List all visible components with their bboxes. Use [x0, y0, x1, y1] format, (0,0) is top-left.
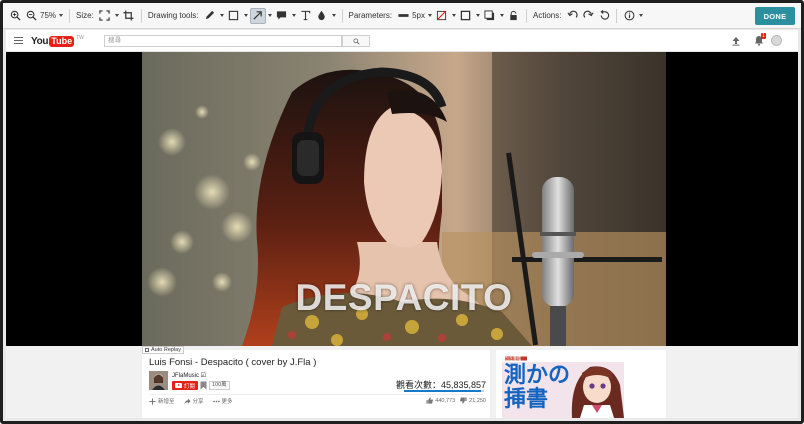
- actions-label: Actions:: [532, 11, 562, 20]
- like-ratio-bar: [404, 390, 484, 392]
- video-frame[interactable]: DESPACITO: [142, 52, 666, 346]
- redo-icon[interactable]: [580, 8, 596, 24]
- more-button[interactable]: 更多: [212, 397, 233, 405]
- hamburger-menu-icon[interactable]: [14, 37, 23, 44]
- search-icon: [352, 37, 360, 45]
- logo-region-text: TW: [76, 35, 84, 41]
- logo-you-text: You: [31, 35, 49, 47]
- add-to-label: 新增至: [158, 399, 175, 405]
- dislike-count: 21,250: [469, 397, 486, 404]
- screenshot-canvas: You Tube TW 搜尋 1 DESPACITO Auto Replay L…: [6, 30, 798, 418]
- more-label: 更多: [221, 399, 233, 405]
- editor-toolbar: 75% Size: Drawing tools: Parameters: 5px…: [3, 3, 801, 29]
- video-title: Luis Fonsi - Despacito ( cover by J.Fla …: [149, 357, 317, 368]
- stroke-width-chevron-icon[interactable]: [426, 8, 434, 24]
- undo-icon[interactable]: [564, 8, 580, 24]
- reset-icon[interactable]: [596, 8, 612, 24]
- ad-banner-image[interactable]: 測かの挿書 包含書籍: [502, 355, 624, 418]
- ad-text: 測かの挿書: [504, 362, 571, 412]
- youtube-logo[interactable]: You Tube TW: [31, 35, 84, 47]
- share-label: 分享: [192, 399, 204, 405]
- crop-icon[interactable]: [121, 8, 137, 24]
- bookmark-icon[interactable]: [200, 381, 207, 390]
- search-input[interactable]: 搜尋: [104, 35, 342, 47]
- like-count: 440,773: [435, 397, 456, 404]
- border-chevron-icon[interactable]: [474, 8, 482, 24]
- callout-icon[interactable]: [274, 8, 290, 24]
- auto-replay-checkbox[interactable]: [145, 348, 149, 352]
- dislike-button[interactable]: 21,250: [460, 397, 486, 404]
- like-button[interactable]: 440,773: [426, 397, 455, 404]
- video-player[interactable]: DESPACITO: [6, 52, 798, 346]
- rating-area: 440,773 21,250: [421, 397, 486, 404]
- shadow-chevron-icon[interactable]: [498, 8, 506, 24]
- channel-name[interactable]: JFlaMusic ☑: [172, 372, 206, 379]
- arrow-dropdown-chevron-icon[interactable]: [266, 8, 274, 24]
- add-to-button[interactable]: 新增至: [149, 397, 175, 405]
- fill-color-chevron-icon[interactable]: [450, 8, 458, 24]
- subscribe-button[interactable]: 訂閱: [172, 381, 199, 390]
- share-button[interactable]: 分享: [183, 397, 204, 405]
- drawing-tools-label: Drawing tools:: [147, 11, 199, 20]
- watch-page-body: Auto Replay Luis Fonsi - Despacito ( cov…: [6, 346, 798, 418]
- zoom-in-icon[interactable]: [7, 8, 23, 24]
- share-icon: [183, 397, 191, 405]
- youtube-play-icon: [175, 383, 182, 388]
- callout-dropdown-chevron-icon[interactable]: [290, 8, 298, 24]
- video-overlay-title: DESPACITO: [295, 277, 513, 318]
- toolbar-divider: [341, 8, 343, 23]
- thumbs-up-icon: [426, 397, 434, 404]
- border-icon[interactable]: [458, 8, 474, 24]
- zoom-dropdown-chevron-icon[interactable]: [57, 8, 65, 24]
- upload-icon[interactable]: [731, 36, 741, 46]
- lock-icon[interactable]: [506, 8, 522, 24]
- video-info-card: Auto Replay Luis Fonsi - Despacito ( cov…: [142, 346, 490, 418]
- editor-window: 75% Size: Drawing tools: Parameters: 5px…: [0, 0, 804, 424]
- auto-replay-label: Auto Replay: [151, 347, 181, 353]
- ad-tag: 包含書籍: [505, 356, 521, 361]
- info-icon[interactable]: [621, 8, 637, 24]
- info-divider: [149, 394, 483, 395]
- logo-tube-text: Tube: [49, 35, 75, 47]
- no-fill-icon[interactable]: [434, 8, 450, 24]
- resize-icon[interactable]: [97, 8, 113, 24]
- auto-replay-toggle[interactable]: Auto Replay: [142, 346, 184, 354]
- channel-avatar[interactable]: [149, 371, 168, 390]
- rectangle-dropdown-chevron-icon[interactable]: [242, 8, 250, 24]
- more-dots-icon: [212, 400, 220, 402]
- text-icon[interactable]: [298, 8, 314, 24]
- blur-dropdown-chevron-icon[interactable]: [330, 8, 338, 24]
- toolbar-divider: [525, 8, 527, 23]
- plus-icon: [149, 397, 156, 405]
- arrow-icon[interactable]: [249, 7, 266, 24]
- info-dropdown-chevron-icon[interactable]: [637, 8, 645, 24]
- toolbar-divider: [616, 8, 618, 23]
- like-ratio-fill: [404, 390, 481, 392]
- blur-icon[interactable]: [314, 8, 330, 24]
- toolbar-divider: [140, 8, 142, 23]
- video-actions: 新增至 分享 更多: [149, 397, 242, 405]
- resize-dropdown-chevron-icon[interactable]: [113, 8, 121, 24]
- search-button[interactable]: [342, 35, 370, 47]
- youtube-header: You Tube TW 搜尋 1: [6, 30, 798, 52]
- zoom-level[interactable]: 75%: [40, 11, 56, 20]
- done-button[interactable]: DONE: [755, 7, 795, 25]
- toolbar-divider: [69, 8, 71, 23]
- thumbs-down-icon: [460, 397, 467, 404]
- subscriber-count: 100萬: [209, 381, 230, 390]
- parameters-label: Parameters:: [348, 11, 393, 20]
- notification-count-badge: 1: [761, 33, 766, 39]
- pen-dropdown-chevron-icon[interactable]: [218, 8, 226, 24]
- line-width-icon: [395, 8, 411, 24]
- stroke-width-value[interactable]: 5px: [412, 11, 425, 20]
- sidebar-ad-card[interactable]: 測かの挿書 包含書籍: [496, 350, 666, 418]
- zoom-out-icon[interactable]: [23, 8, 39, 24]
- rectangle-icon[interactable]: [226, 8, 242, 24]
- pen-icon[interactable]: [202, 8, 218, 24]
- account-avatar[interactable]: [771, 35, 782, 46]
- shadow-icon[interactable]: [482, 8, 498, 24]
- subscribe-label: 訂閱: [184, 383, 196, 390]
- size-label: Size:: [76, 11, 94, 20]
